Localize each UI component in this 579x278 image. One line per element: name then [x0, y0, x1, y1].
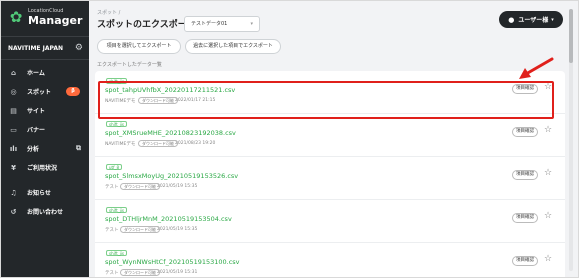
- pointer-arrow: [519, 57, 554, 79]
- contact-icon: ↺: [10, 207, 17, 216]
- owner-label: テスト: [105, 185, 119, 190]
- file-name-link[interactable]: spot_XMSrueMHE_20210823192038.csv: [105, 129, 236, 137]
- confirm-items-button[interactable]: 項目確認: [512, 127, 538, 137]
- external-link-icon: ⧉: [76, 144, 81, 152]
- owner-label: テスト: [105, 228, 119, 233]
- usage-icon: ¥: [11, 163, 16, 172]
- page-title: スポットのエクスポート: [97, 20, 196, 30]
- company-name: NAVITIME JAPAN: [8, 44, 64, 52]
- encoding-tag: utf_8: [106, 164, 123, 170]
- sidebar-item-label: サイト: [27, 108, 46, 115]
- encoding-tag: shift_jis: [106, 121, 127, 127]
- sidebar-item-home[interactable]: ⌂ ホーム: [1, 63, 89, 82]
- sidebar-item-spot[interactable]: ◎ スポット β: [1, 82, 89, 101]
- download-status-badge: ダウンロード可能: [120, 183, 160, 190]
- breadcrumb[interactable]: スポット /: [97, 9, 120, 16]
- bell-icon: ♫: [10, 188, 17, 197]
- logo-small-text: LocationCloud: [28, 7, 64, 14]
- logo-title: Manager: [28, 13, 83, 27]
- app-window: ✿ LocationCloud Manager NAVITIME JAPAN ⚙…: [0, 0, 579, 278]
- file-name-link[interactable]: spot_SlmsxMoyUg_20210519153526.csv: [105, 172, 238, 180]
- sidebar-item-usage[interactable]: ¥ ご利用状況: [1, 158, 89, 177]
- sidebar-nav: ⌂ ホーム ◎ スポット β ▤ サイト ▭ バナー ılı 分析 ⧉ ¥ ご利…: [1, 63, 89, 221]
- owner-label: テスト: [105, 271, 119, 276]
- sidebar-item-label: ホーム: [27, 70, 45, 77]
- select-items-export-button[interactable]: 項目を選択してエクスポート: [97, 39, 181, 54]
- chevron-down-icon: ▾: [250, 21, 253, 27]
- section-label: エクスポートしたデータ一覧: [97, 62, 162, 68]
- list-item: utf_8 spot_SlmsxMoyUg_20210519153526.csv…: [95, 157, 565, 200]
- scrollbar[interactable]: [569, 9, 573, 271]
- sidebar-item-label: ご利用状況: [27, 165, 58, 172]
- sidebar-item-site[interactable]: ▤ サイト: [1, 101, 89, 120]
- past-items-export-button[interactable]: 過去に選択した項目でエクスポート: [185, 39, 281, 54]
- sidebar-item-label: バナー: [27, 127, 46, 134]
- sidebar-item-label: 分析: [27, 146, 40, 153]
- dataset-select[interactable]: テストデータ01 ▾: [184, 16, 260, 32]
- confirm-items-button[interactable]: 項目確認: [512, 256, 538, 266]
- company-switcher[interactable]: NAVITIME JAPAN ⚙: [1, 36, 89, 60]
- gear-icon[interactable]: ⚙: [75, 43, 83, 53]
- sidebar-item-label: スポット: [27, 89, 52, 96]
- star-icon[interactable]: ☆: [544, 125, 552, 135]
- sidebar: ✿ LocationCloud Manager NAVITIME JAPAN ⚙…: [1, 1, 89, 277]
- download-status-badge: ダウンロード可能: [120, 226, 160, 233]
- sidebar-item-label: お問い合わせ: [27, 209, 64, 216]
- logo[interactable]: ✿ LocationCloud Manager: [8, 6, 86, 28]
- user-menu-button[interactable]: ● ユーザー様 ▾: [499, 11, 563, 28]
- sidebar-item-label: お知らせ: [27, 190, 51, 197]
- highlight-box: [98, 81, 554, 119]
- download-status-badge: ダウンロード可能: [138, 140, 178, 147]
- sidebar-item-contact[interactable]: ↺ お問い合わせ: [1, 202, 89, 221]
- sidebar-item-banner[interactable]: ▭ バナー: [1, 120, 89, 139]
- beta-badge: β: [66, 87, 80, 96]
- scrollbar-thumb[interactable]: [569, 9, 573, 63]
- file-name-link[interactable]: spot_WynNWsHtCf_20210519153100.csv: [105, 258, 240, 266]
- file-name-link[interactable]: spot_DTHljrMnM_20210519153504.csv: [105, 215, 232, 223]
- star-icon[interactable]: ☆: [544, 168, 552, 178]
- star-icon[interactable]: ☆: [544, 211, 552, 221]
- user-menu-label: ユーザー様: [518, 17, 549, 24]
- site-icon: ▤: [10, 106, 17, 115]
- home-icon: ⌂: [10, 68, 16, 77]
- spot-icon: ◎: [10, 87, 17, 96]
- dataset-select-value: テストデータ01: [191, 21, 228, 27]
- list-item: shift_jis spot_DTHljrMnM_20210519153504.…: [95, 200, 565, 243]
- owner-label: NAVITIMEデモ: [105, 142, 136, 147]
- download-status-badge: ダウンロード可能: [120, 269, 160, 276]
- user-icon: ●: [508, 15, 515, 24]
- banner-icon: ▭: [10, 125, 17, 134]
- star-icon[interactable]: ☆: [544, 254, 552, 264]
- export-date: 2021/05/19 15:31: [157, 270, 198, 275]
- list-item: shift_jis spot_XMSrueMHE_20210823192038.…: [95, 114, 565, 157]
- sidebar-item-news[interactable]: ♫ お知らせ: [1, 183, 89, 202]
- export-date: 2021/05/19 15:35: [157, 184, 198, 189]
- export-date: 2021/05/19 15:35: [157, 227, 198, 232]
- analytics-icon: ılı: [9, 144, 18, 153]
- confirm-items-button[interactable]: 項目確認: [512, 213, 538, 223]
- encoding-tag: shift_jis: [106, 250, 127, 256]
- list-item: shift_jis spot_WynNWsHtCf_20210519153100…: [95, 243, 565, 277]
- logo-icon: ✿: [9, 8, 23, 26]
- export-date: 2021/08/23 19:20: [175, 141, 216, 146]
- sidebar-item-analytics[interactable]: ılı 分析 ⧉: [1, 139, 89, 158]
- confirm-items-button[interactable]: 項目確認: [512, 170, 538, 180]
- chevron-down-icon: ▾: [551, 16, 554, 23]
- encoding-tag: shift_jis: [106, 207, 127, 213]
